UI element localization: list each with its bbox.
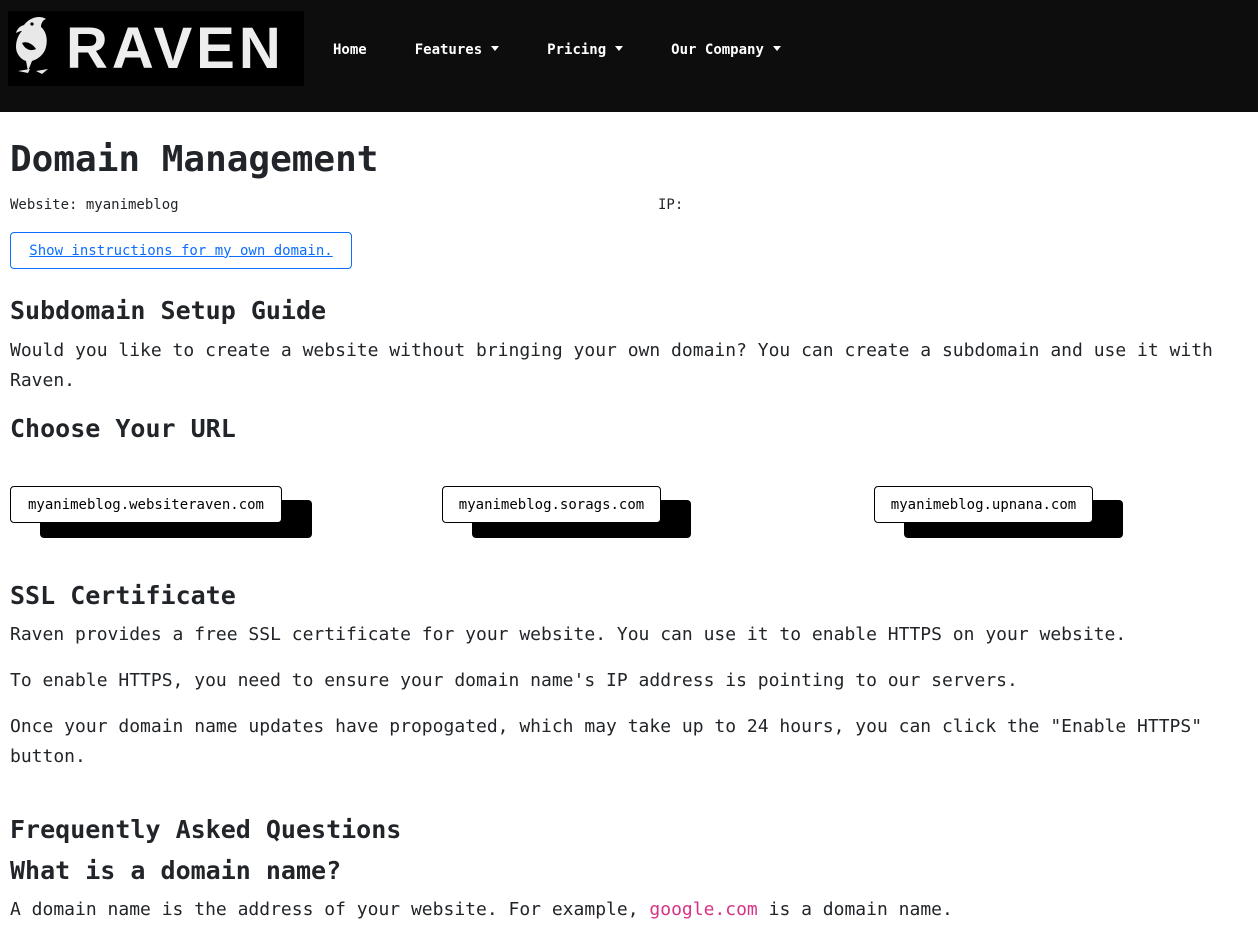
- url-option-websiteraven[interactable]: myanimeblog.websiteraven.com: [10, 486, 282, 523]
- faq-answer-text-after: is a domain name.: [757, 899, 953, 920]
- ssl-paragraph-2: To enable HTTPS, you need to ensure your…: [10, 670, 1018, 691]
- nav-pricing-label: Pricing: [547, 42, 607, 58]
- url-option-sorags[interactable]: myanimeblog.sorags.com: [442, 486, 661, 523]
- nav-features-label: Features: [414, 42, 483, 58]
- show-own-domain-instructions-label: Show instructions for my own domain.: [29, 242, 333, 259]
- subdomain-description: Would you like to create a website witho…: [10, 340, 1213, 391]
- faq-answer-text-before: A domain name is the address of your web…: [10, 899, 650, 920]
- website-name: Website: myanimeblog: [10, 197, 179, 213]
- brand-wordmark: RAVEN: [66, 16, 285, 81]
- faq-answer-code-example: google.com: [649, 899, 758, 920]
- top-navbar: RAVEN Home Features Pricing Our Company: [0, 0, 1258, 112]
- nav-our-company-label: Our Company: [671, 42, 764, 58]
- faq-answer-domain-name: A domain name is the address of your web…: [10, 895, 1245, 925]
- nav-features-dropdown[interactable]: Features: [414, 42, 500, 58]
- ssl-paragraph-3: Once your domain name updates have propo…: [10, 716, 1203, 767]
- raven-logo-icon: RAVEN: [8, 11, 298, 81]
- page-title: Domain Management: [10, 139, 379, 180]
- brand-logo[interactable]: RAVEN: [8, 11, 304, 86]
- caret-down-icon: [615, 45, 624, 51]
- nav-our-company-dropdown[interactable]: Our Company: [671, 42, 781, 58]
- nav-home-label: Home: [333, 42, 367, 58]
- show-own-domain-instructions-button[interactable]: Show instructions for my own domain.: [10, 232, 352, 269]
- faq-question-domain-name: What is a domain name?: [10, 856, 342, 885]
- ssl-heading: SSL Certificate: [10, 581, 236, 610]
- ssl-paragraph-1: Raven provides a free SSL certificate fo…: [10, 624, 1127, 645]
- ip-address: IP:: [658, 197, 684, 213]
- subdomain-heading: Subdomain Setup Guide: [10, 296, 327, 325]
- caret-down-icon: [772, 45, 781, 51]
- faq-heading: Frequently Asked Questions: [10, 815, 402, 844]
- caret-down-icon: [491, 45, 500, 51]
- main-nav: Home Features Pricing Our Company: [333, 42, 781, 58]
- nav-pricing-dropdown[interactable]: Pricing: [547, 42, 624, 58]
- url-option-upnana[interactable]: myanimeblog.upnana.com: [874, 486, 1093, 523]
- choose-url-heading: Choose Your URL: [10, 414, 236, 443]
- nav-home[interactable]: Home: [333, 42, 367, 58]
